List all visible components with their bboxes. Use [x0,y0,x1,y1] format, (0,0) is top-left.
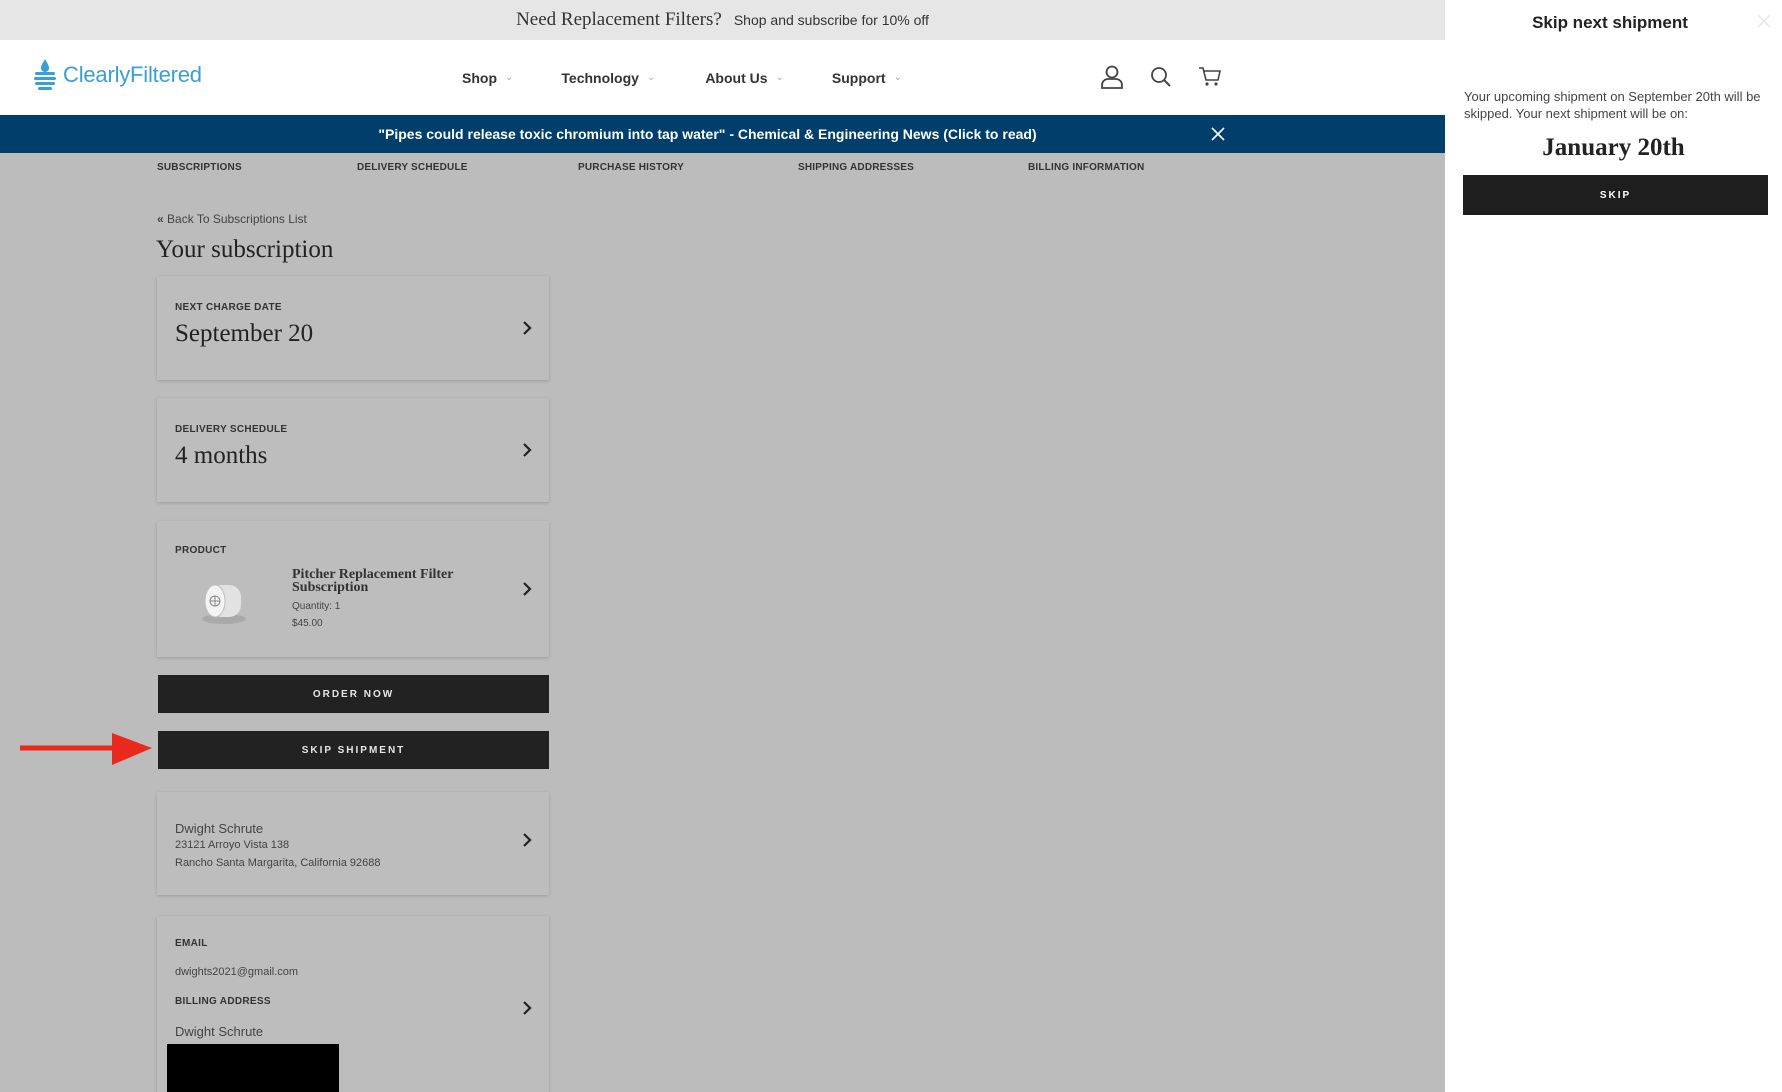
nav-label: Shop [462,69,497,86]
cart-icon[interactable] [1198,66,1222,88]
account-page: Need Replacement Filters? Shop and subsc… [0,0,1445,1092]
chevron-right-icon [523,582,532,596]
tab-subscriptions[interactable]: SUBSCRIPTIONS [157,162,242,173]
shipping-address-card[interactable]: Dwight Schrute 23121 Arroyo Vista 138 Ra… [157,792,549,895]
nav-about-us[interactable]: About Us ⌄ [705,70,784,86]
delivery-schedule-value: 4 months [175,442,268,469]
close-icon[interactable] [1210,126,1226,142]
product-card[interactable]: PRODUCT Pitcher Replacement Filter Subsc… [157,521,549,657]
account-tabs: SUBSCRIPTIONS DELIVERY SCHEDULE PURCHASE… [0,153,1445,181]
nav-support[interactable]: Support ⌄ [832,70,902,86]
logo-text: ClearlyFiltered [63,62,202,87]
chevron-right-icon [523,1001,532,1015]
shipping-city: Rancho Santa Margarita, California 92688 [175,857,381,869]
shipping-street: 23121 Arroyo Vista 138 [175,839,290,851]
chevron-right-icon [523,321,532,335]
search-icon[interactable] [1150,66,1172,88]
drawer-message: Your upcoming shipment on September 20th… [1464,89,1761,121]
nav-label: Support [831,69,886,86]
filter-product-image [202,584,246,624]
nav-label: About Us [705,69,768,86]
next-charge-card[interactable]: NEXT CHARGE DATE September 20 [157,276,549,380]
nav-label: Technology [561,69,639,86]
tab-purchase-history[interactable]: PURCHASE HISTORY [578,162,684,173]
back-link-label: Back To Subscriptions List [167,212,307,226]
page-title: Your subscription [156,236,334,263]
close-icon[interactable] [1757,14,1771,28]
email-value: dwights2021@gmail.com [175,966,299,978]
delivery-schedule-card[interactable]: DELIVERY SCHEDULE 4 months [157,398,549,502]
header-icons [1100,64,1222,90]
site-header: ClearlyFiltered Shop ⌄ Technology ⌄ Abou… [0,40,1445,115]
back-to-subscriptions-link[interactable]: « Back To Subscriptions List [157,212,307,226]
double-chevron-left-icon: « [157,212,164,226]
product-name: Pitcher Replacement Filter Subscription [292,567,454,595]
delivery-schedule-label: DELIVERY SCHEDULE [175,424,288,435]
main-nav: Shop ⌄ Technology ⌄ About Us ⌄ Support ⌄ [462,40,902,115]
promo-bar[interactable]: Need Replacement Filters? Shop and subsc… [0,0,1445,40]
red-arrow-annotation-icon [20,733,152,765]
skip-shipment-button[interactable]: SKIP SHIPMENT [158,731,549,769]
tab-billing-information[interactable]: BILLING INFORMATION [1028,162,1144,173]
promo-title: Need Replacement Filters? [516,9,722,30]
skip-shipment-drawer: Skip next shipment Your upcoming shipmen… [1445,0,1782,1092]
order-now-button[interactable]: ORDER NOW [158,675,549,713]
nav-shop[interactable]: Shop ⌄ [462,70,513,86]
next-shipment-date: January 20th [1542,134,1685,161]
product-label: PRODUCT [175,545,227,556]
chevron-down-icon: ⌄ [893,72,902,83]
shipping-name: Dwight Schrute [175,821,264,836]
news-banner-link[interactable]: "Pipes could release toxic chromium into… [378,126,1036,142]
chevron-right-icon [523,833,532,847]
chevron-down-icon: ⌄ [646,72,656,83]
next-charge-label: NEXT CHARGE DATE [175,302,282,313]
drawer-title: Skip next shipment [1532,13,1688,32]
logo[interactable]: ClearlyFiltered [33,58,202,92]
product-quantity: Quantity: 1 [292,601,341,612]
billing-address-label: BILLING ADDRESS [175,996,271,1007]
chevron-right-icon [523,443,532,457]
account-icon[interactable] [1100,64,1124,90]
nav-technology[interactable]: Technology ⌄ [561,70,655,86]
next-charge-value: September 20 [175,320,314,347]
news-banner: "Pipes could release toxic chromium into… [0,115,1445,153]
tab-delivery-schedule[interactable]: DELIVERY SCHEDULE [357,162,468,173]
product-price: $45.00 [292,618,323,629]
water-drop-logo-icon [34,59,56,90]
skip-button[interactable]: SKIP [1463,175,1768,215]
chevron-down-icon: ⌄ [775,72,784,83]
promo-subtitle[interactable]: Shop and subscribe for 10% off [734,12,929,28]
billing-name: Dwight Schrute [175,1024,264,1039]
email-label: EMAIL [175,938,208,949]
chevron-down-icon: ⌄ [505,72,514,83]
tab-shipping-addresses[interactable]: SHIPPING ADDRESSES [798,162,914,173]
redaction-block [167,1044,339,1092]
